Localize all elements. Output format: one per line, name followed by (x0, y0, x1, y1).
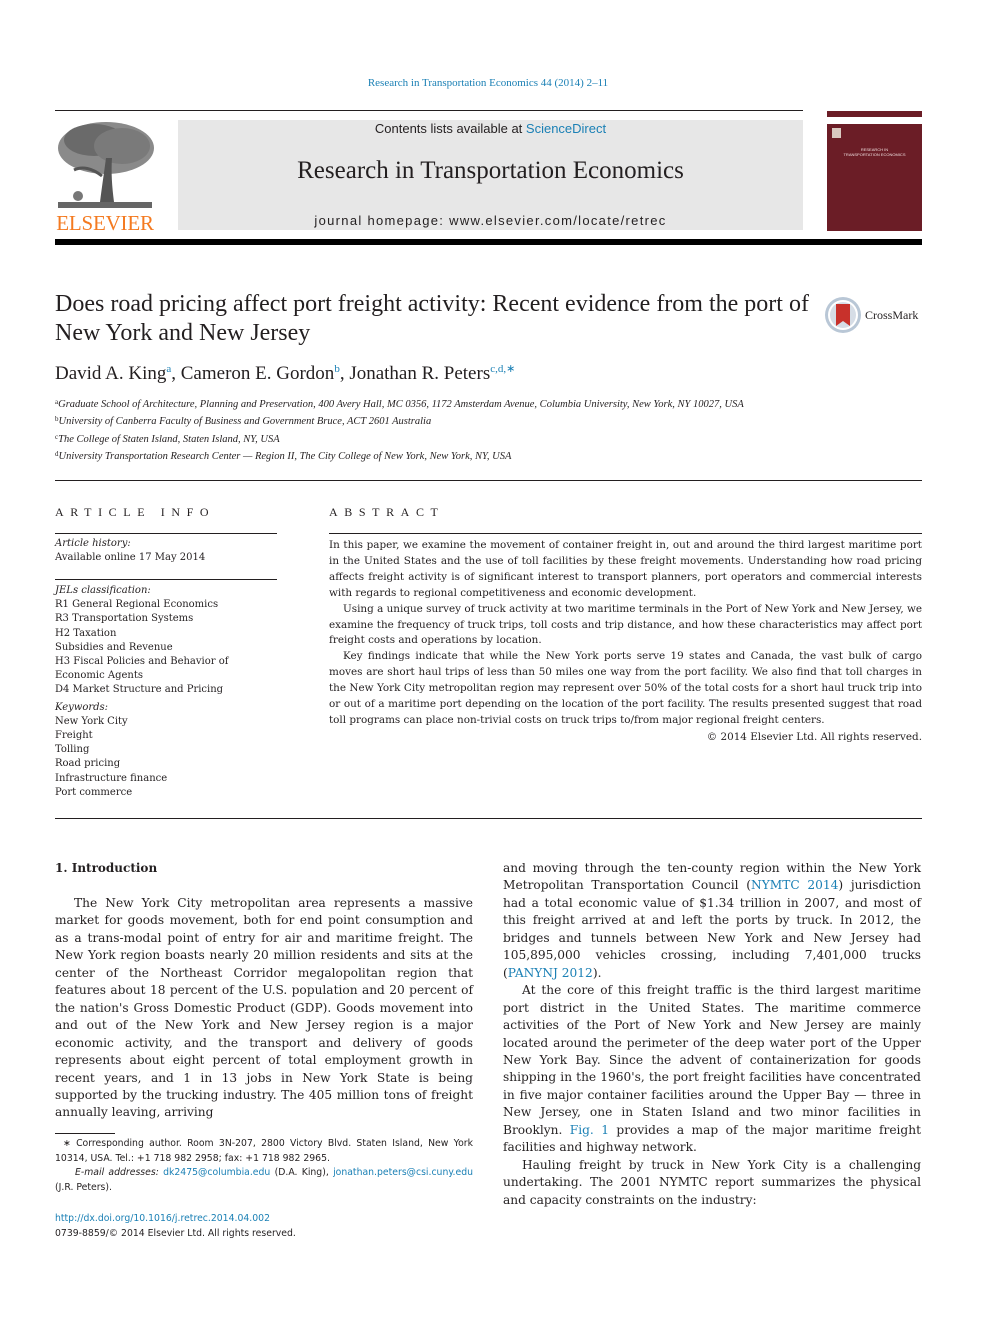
cover-title-line2: TRANSPORTATION ECONOMICS (843, 152, 906, 157)
issn-line: 0739-8859/© 2014 Elsevier Ltd. All right… (55, 1228, 296, 1239)
abstract-paragraph: Key findings indicate that while the New… (329, 650, 922, 726)
text-run: ) jurisdiction had a total economic valu… (503, 878, 921, 980)
homepage-prefix: journal homepage: (314, 213, 450, 228)
keyword-item[interactable]: Road pricing (55, 757, 285, 771)
cover-stripe (827, 117, 922, 124)
journal-masthead: Contents lists available at ScienceDirec… (178, 120, 803, 230)
jel-item: H2 Taxation (55, 627, 117, 639)
history-label: Article history: (55, 538, 131, 549)
keywords-label: Keywords: (55, 701, 109, 713)
elsevier-wordmark: ELSEVIER (56, 211, 154, 235)
affiliations: aGraduate School of Architecture, Planni… (55, 395, 795, 464)
affiliation-item: cThe College of Staten Island, Staten Is… (55, 430, 795, 447)
keyword-item[interactable]: Tolling (55, 743, 285, 757)
email-owner: (J.R. Peters). (55, 1181, 112, 1193)
footnote: ∗ Corresponding author. Room 3N-207, 280… (55, 1137, 473, 1195)
email-link-peters[interactable]: jonathan.peters@csi.cuny.edu (333, 1167, 473, 1178)
email-label: E-mail addresses: (75, 1167, 164, 1178)
reference-link-nymtc[interactable]: NYMTC 2014 (751, 878, 838, 892)
elsevier-logo[interactable]: ELSEVIER (54, 118, 156, 234)
email-addresses: E-mail addresses: dk2475@columbia.edu (D… (55, 1166, 473, 1195)
body-paragraph: and moving through the ten-county region… (503, 860, 921, 982)
cover-title: RESEARCH IN TRANSPORTATION ECONOMICS (827, 147, 922, 157)
history-value: Available online 17 May 2014 (55, 552, 206, 564)
doi-link[interactable]: http://dx.doi.org/10.1016/j.retrec.2014.… (55, 1211, 296, 1226)
abstract-paragraph: Using a unique survey of truck activity … (329, 602, 922, 647)
body-paragraph: Hauling freight by truck in New York Cit… (503, 1157, 921, 1207)
section-divider (55, 818, 922, 819)
cover-elsevier-badge-icon (832, 128, 841, 138)
header-rule (55, 110, 803, 111)
reference-link-panynj[interactable]: PANYNJ 2012 (508, 966, 593, 980)
section-divider (55, 480, 922, 481)
affiliation-item: bUniversity of Canberra Faculty of Busin… (55, 412, 795, 429)
text-run: ). (592, 965, 602, 980)
body-column-left: The New York City metropolitan area repr… (55, 895, 473, 1122)
jel-item: R3 Transportation Systems (55, 613, 194, 625)
crossmark-label: CrossMark (865, 308, 919, 322)
affiliation-text: The College of Staten Island, Staten Isl… (58, 433, 280, 445)
article-info-rule (55, 579, 277, 580)
section-heading-introduction: 1. Introduction (55, 861, 158, 875)
article-info-rule (55, 533, 277, 534)
article-info-heading: ARTICLE INFO (55, 505, 216, 519)
figure-link-fig1[interactable]: Fig. 1 (570, 1123, 609, 1137)
keyword-item[interactable]: Infrastructure finance (55, 772, 285, 786)
jel-label: JELs classification: (55, 585, 151, 596)
keyword-item[interactable]: Port commerce (55, 786, 285, 800)
elsevier-tree-icon (54, 118, 156, 212)
author-name[interactable]: Cameron E. Gordon (181, 363, 335, 384)
body-paragraph: At the core of this freight traffic is t… (503, 982, 921, 1157)
crossmark-button[interactable]: CrossMark (824, 296, 924, 336)
jel-classification: JELs classification: R1 General Regional… (55, 584, 285, 800)
author-name[interactable]: Jonathan R. Peters (349, 363, 490, 384)
jel-item: R1 General Regional Economics (55, 599, 219, 611)
affiliation-text: Graduate School of Architecture, Plannin… (58, 399, 744, 410)
affiliation-item: dUniversity Transportation Research Cent… (55, 447, 795, 464)
affiliation-text: University Transportation Research Cente… (58, 450, 512, 462)
article-history: Article history: Available online 17 May… (55, 537, 285, 565)
abstract-body: In this paper, we examine the movement o… (329, 538, 922, 746)
author-name[interactable]: David A. King (55, 363, 166, 384)
corresponding-author-note: ∗ Corresponding author. Room 3N-207, 280… (55, 1138, 473, 1164)
abstract-paragraph: In this paper, we examine the movement o… (329, 539, 922, 599)
jel-item: D4 Market Structure and Pricing (55, 684, 224, 696)
contents-prefix: Contents lists available at (374, 121, 526, 136)
keyword-item[interactable]: New York City (55, 715, 285, 729)
keyword-item[interactable]: Freight (55, 729, 285, 743)
body-column-right: and moving through the ten-county region… (503, 860, 921, 1209)
homepage-url-link[interactable]: www.elsevier.com/locate/retrec (449, 213, 666, 228)
body-paragraph: The New York City metropolitan area repr… (55, 896, 473, 1120)
journal-homepage: journal homepage: www.elsevier.com/locat… (178, 213, 803, 228)
email-owner: (D.A. King), (270, 1167, 334, 1178)
journal-name: Research in Transportation Economics (297, 157, 684, 184)
author-list: David A. Kinga, Cameron E. Gordonb, Jona… (55, 362, 515, 385)
crossmark-icon (825, 297, 861, 333)
text-run: At the core of this freight traffic is t… (503, 983, 921, 1137)
abstract-rule (329, 533, 922, 534)
abstract-copyright: © 2014 Elsevier Ltd. All rights reserved… (706, 730, 922, 743)
doi-block: http://dx.doi.org/10.1016/j.retrec.2014.… (55, 1211, 296, 1241)
affiliation-item: aGraduate School of Architecture, Planni… (55, 395, 795, 412)
author-separator: , (339, 363, 350, 384)
jel-item: H3 Fiscal Policies and Behavior of Econo… (55, 656, 229, 682)
footnote-rule (55, 1133, 115, 1134)
journal-cover-thumbnail[interactable]: RESEARCH IN TRANSPORTATION ECONOMICS (827, 111, 922, 231)
header-thick-rule (55, 239, 922, 245)
jel-item: Subsidies and Revenue (55, 641, 173, 653)
affiliation-text: University of Canberra Faculty of Busine… (58, 416, 432, 428)
contents-line: Contents lists available at ScienceDirec… (178, 121, 803, 136)
author-affiliation-ref[interactable]: c,d,∗ (490, 363, 515, 375)
email-link-king[interactable]: dk2475@columbia.edu (163, 1167, 270, 1178)
journal-citation[interactable]: Research in Transportation Economics 44 … (0, 77, 976, 89)
article-title: Does road pricing affect port freight ac… (55, 291, 809, 346)
abstract-heading: ABSTRACT (329, 505, 445, 519)
sciencedirect-link[interactable]: ScienceDirect (526, 121, 606, 136)
author-separator: , (171, 363, 181, 384)
